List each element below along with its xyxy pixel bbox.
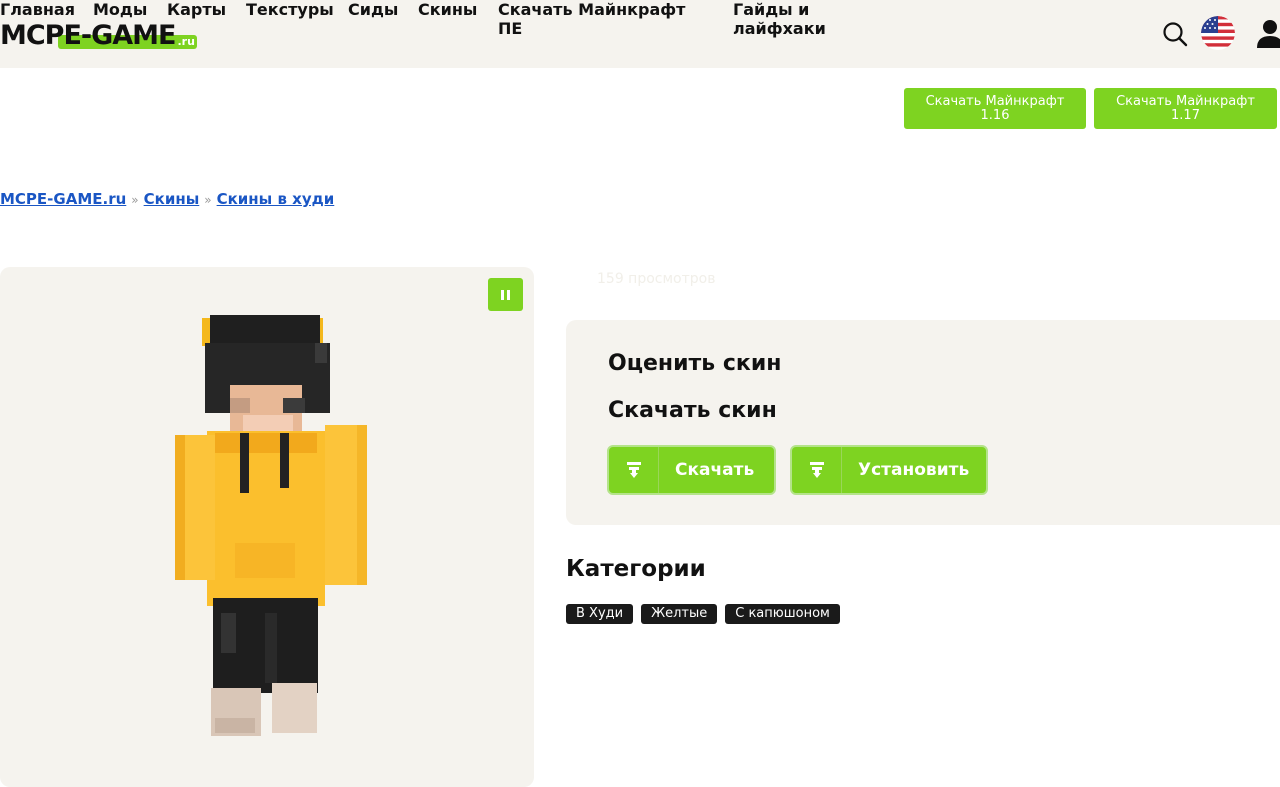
- tag-hooded[interactable]: С капюшоном: [725, 604, 840, 624]
- nav-mods[interactable]: Моды: [93, 0, 147, 19]
- site-logo[interactable]: MCPE-GAME .ru: [0, 17, 197, 51]
- nav-maps[interactable]: Карты: [167, 0, 226, 19]
- download-116-button[interactable]: Скачать Майнкрафт 1.16: [904, 88, 1086, 129]
- nav-seeds[interactable]: Сиды: [348, 0, 398, 19]
- us-flag-icon[interactable]: [1201, 16, 1235, 50]
- tag-hoodie[interactable]: В Худи: [566, 604, 634, 624]
- breadcrumb-skins[interactable]: Скины: [144, 190, 200, 208]
- download-button-label: Скачать: [675, 460, 755, 480]
- pause-button[interactable]: [488, 278, 523, 311]
- download-117-button[interactable]: Скачать Майнкрафт 1.17: [1094, 88, 1277, 129]
- pause-icon: [501, 289, 504, 300]
- nav-download-pe[interactable]: Скачать Майнкрафт ПЕ: [498, 0, 698, 38]
- view-count: 159 просмотров: [597, 271, 716, 287]
- breadcrumb-hoodie-skins[interactable]: Скины в худи: [217, 190, 335, 208]
- nav-skins[interactable]: Скины: [418, 0, 477, 19]
- breadcrumb-separator: »: [131, 193, 139, 207]
- download-icon: [609, 447, 659, 493]
- logo-text: MCPE-GAME: [0, 20, 176, 51]
- categories-title: Категории: [566, 556, 706, 582]
- nav-textures[interactable]: Текстуры: [246, 0, 334, 19]
- logo-suffix: .ru: [177, 35, 195, 48]
- install-button-label: Установить: [858, 460, 970, 480]
- breadcrumb-home[interactable]: MCPE-GAME.ru: [0, 190, 126, 208]
- download-skin-title: Скачать скин: [608, 398, 777, 423]
- skin-model-image[interactable]: [175, 313, 370, 743]
- nav-home[interactable]: Главная: [0, 0, 75, 19]
- category-tags: В Худи Желтые С капюшоном: [566, 604, 840, 624]
- install-button[interactable]: Установить: [790, 445, 988, 495]
- download-button[interactable]: Скачать: [607, 445, 776, 495]
- rate-skin-title: Оценить скин: [608, 351, 782, 376]
- breadcrumb: MCPE-GAME.ru » Скины » Скины в худи: [0, 190, 334, 208]
- nav-guides[interactable]: Гайды и лайфхаки: [733, 0, 843, 38]
- install-icon: [792, 447, 842, 493]
- user-icon[interactable]: [1255, 18, 1280, 48]
- tag-yellow[interactable]: Желтые: [641, 604, 718, 624]
- search-icon[interactable]: [1162, 21, 1188, 47]
- breadcrumb-separator: »: [204, 193, 212, 207]
